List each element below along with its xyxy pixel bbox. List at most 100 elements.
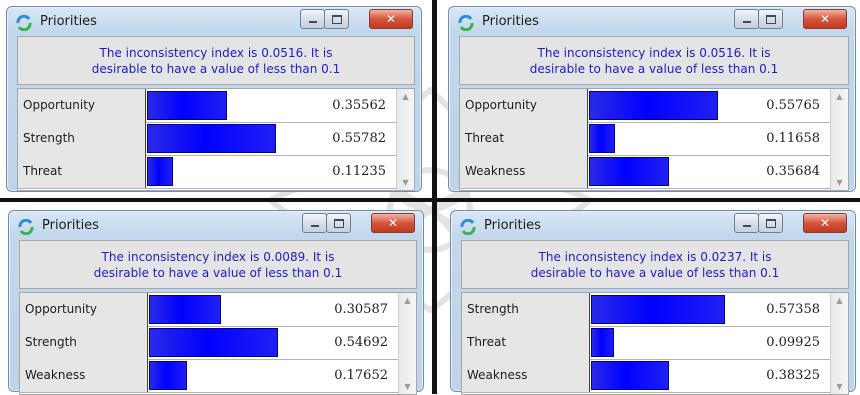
minimize-icon [308, 21, 317, 23]
priority-bar [591, 361, 669, 390]
priorities-window-4: Priorities ✕ The inconsistency index is … [450, 210, 856, 395]
message-line-2: desirable to have a value of less than 0… [91, 62, 341, 76]
table-row: Weakness 0.38325 [462, 359, 830, 393]
message-line-2: desirable to have a value of less than 0… [530, 266, 780, 280]
priorities-grid: Opportunity 0.30587 Strength 0.54692 Wea… [19, 292, 417, 395]
priority-bar [147, 157, 173, 186]
scroll-up-icon[interactable]: ▲ [399, 296, 416, 305]
row-value: 0.38325 [766, 368, 820, 383]
bar-area: 0.55782 [147, 122, 396, 155]
scroll-down-icon[interactable]: ▼ [831, 382, 848, 391]
window-title: Priorities [42, 218, 99, 233]
row-value: 0.55765 [766, 98, 820, 113]
priority-bar [591, 295, 725, 324]
bar-area: 0.35562 [147, 89, 396, 122]
maximize-button[interactable] [326, 213, 351, 233]
scroll-up-icon[interactable]: ▲ [831, 92, 848, 101]
minimize-button[interactable] [734, 9, 759, 29]
row-label: Opportunity [18, 89, 146, 122]
row-value: 0.09925 [766, 335, 820, 350]
row-value: 0.11235 [332, 164, 386, 179]
table-row: Threat 0.11235 [18, 155, 396, 189]
row-label: Opportunity [460, 89, 588, 122]
bar-area: 0.11235 [147, 155, 396, 188]
row-value: 0.55782 [332, 131, 386, 146]
refresh-icon [458, 15, 474, 31]
row-label: Weakness [20, 359, 148, 392]
inconsistency-message: The inconsistency index is 0.0516. It is… [459, 36, 849, 85]
close-icon: ✕ [819, 12, 831, 26]
row-label: Strength [18, 122, 146, 155]
priority-bar [589, 91, 718, 120]
message-line-2: desirable to have a value of less than 0… [529, 62, 779, 76]
priorities-window-3: Priorities ✕ The inconsistency index is … [8, 210, 424, 395]
scroll-down-icon[interactable]: ▼ [399, 382, 416, 391]
message-line-1: The inconsistency index is 0.0516. It is [537, 46, 771, 60]
title-bar[interactable]: Priorities ✕ [7, 7, 421, 37]
scroll-up-icon[interactable]: ▲ [397, 92, 414, 101]
priority-bar [149, 361, 187, 390]
bar-area: 0.54692 [149, 326, 398, 359]
bar-area: 0.57358 [591, 293, 830, 326]
priorities-grid: Opportunity 0.35562 Strength 0.55782 Thr… [17, 88, 415, 191]
row-label: Weakness [462, 359, 590, 392]
refresh-icon [18, 219, 34, 235]
window-title: Priorities [484, 218, 541, 233]
vertical-scrollbar[interactable]: ▲ ▼ [396, 89, 414, 190]
bar-area: 0.38325 [591, 359, 830, 392]
title-bar[interactable]: Priorities ✕ [451, 211, 855, 241]
refresh-icon [460, 219, 476, 235]
window-title: Priorities [40, 14, 97, 29]
scroll-up-icon[interactable]: ▲ [831, 296, 848, 305]
bar-area: 0.11658 [589, 122, 830, 155]
maximize-button[interactable] [758, 213, 783, 233]
priorities-window-1: Priorities ✕ The inconsistency index is … [6, 6, 422, 192]
close-icon: ✕ [819, 216, 831, 230]
scroll-down-icon[interactable]: ▼ [831, 178, 848, 187]
row-label: Strength [20, 326, 148, 359]
inconsistency-message: The inconsistency index is 0.0237. It is… [461, 240, 849, 289]
minimize-button[interactable] [302, 213, 327, 233]
minimize-icon [742, 21, 751, 23]
table-row: Weakness 0.17652 [20, 359, 398, 393]
inconsistency-message: The inconsistency index is 0.0089. It is… [19, 240, 417, 289]
table-row: Opportunity 0.55765 [460, 89, 830, 123]
maximize-icon [765, 14, 776, 24]
row-label: Threat [18, 155, 146, 188]
close-button[interactable]: ✕ [371, 213, 415, 233]
bar-area: 0.09925 [591, 326, 830, 359]
vertical-scrollbar[interactable]: ▲ ▼ [398, 293, 416, 394]
priority-bar [149, 295, 221, 324]
refresh-icon [16, 15, 32, 31]
row-label: Strength [462, 293, 590, 326]
row-value: 0.57358 [766, 302, 820, 317]
maximize-button[interactable] [324, 9, 349, 29]
priority-bar [589, 124, 615, 153]
horizontal-divider [0, 198, 860, 202]
scroll-down-icon[interactable]: ▼ [397, 178, 414, 187]
priority-bar [591, 328, 614, 357]
maximize-button[interactable] [758, 9, 783, 29]
table-row: Strength 0.57358 [462, 293, 830, 327]
minimize-button[interactable] [734, 213, 759, 233]
minimize-icon [742, 225, 751, 227]
table-row: Weakness 0.35684 [460, 155, 830, 189]
vertical-scrollbar[interactable]: ▲ ▼ [830, 89, 848, 190]
close-button[interactable]: ✕ [803, 9, 847, 29]
bar-area: 0.30587 [149, 293, 398, 326]
title-bar[interactable]: Priorities ✕ [449, 7, 855, 37]
row-value: 0.17652 [334, 368, 388, 383]
vertical-divider [432, 0, 437, 394]
message-line-1: The inconsistency index is 0.0516. It is [99, 46, 333, 60]
row-label: Threat [462, 326, 590, 359]
vertical-scrollbar[interactable]: ▲ ▼ [830, 293, 848, 394]
close-button[interactable]: ✕ [803, 213, 847, 233]
minimize-button[interactable] [300, 9, 325, 29]
close-icon: ✕ [387, 216, 399, 230]
row-value: 0.11658 [766, 131, 820, 146]
row-value: 0.30587 [334, 302, 388, 317]
row-label: Opportunity [20, 293, 148, 326]
close-button[interactable]: ✕ [369, 9, 413, 29]
title-bar[interactable]: Priorities ✕ [9, 211, 423, 241]
priority-bar [147, 91, 227, 120]
